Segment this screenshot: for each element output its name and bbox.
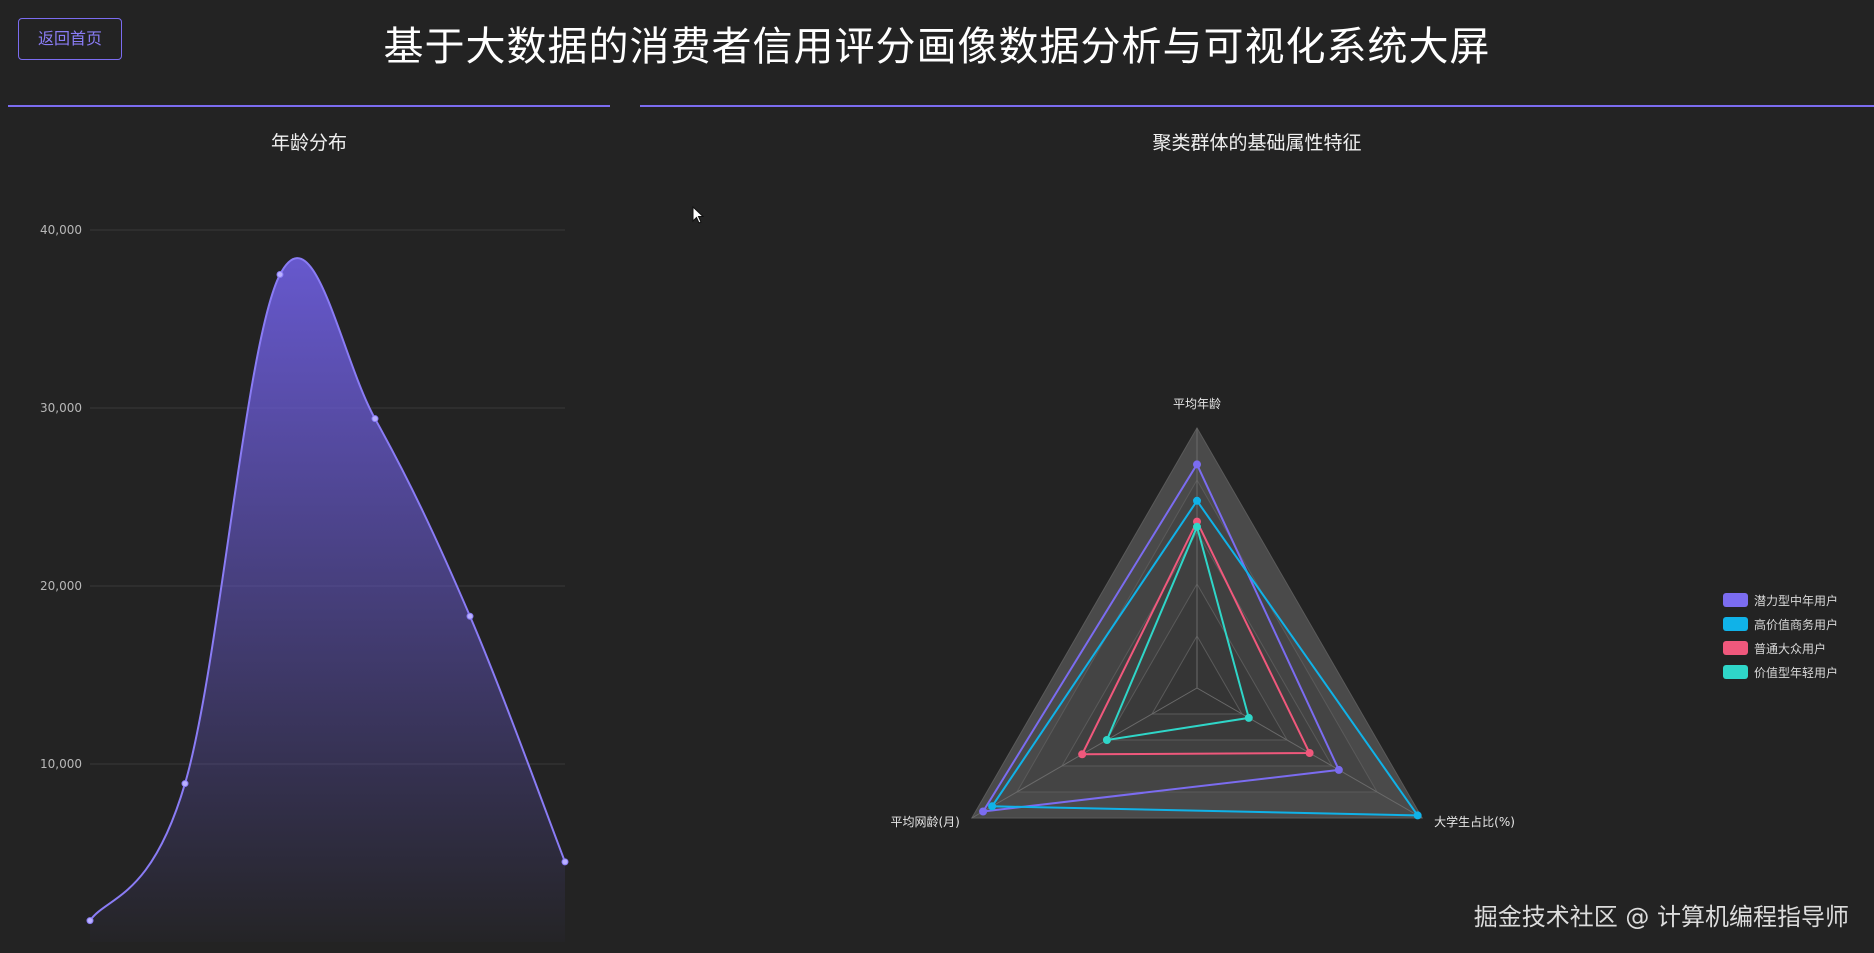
y-tick-label: 10,000 xyxy=(40,757,82,771)
cluster-radar-chart: 平均年龄大学生占比(%) 平均网龄(月) xyxy=(890,397,1515,829)
legend-label: 高价值商务用户 xyxy=(1754,617,1839,632)
age-distribution-chart: 10,000 20,000 30,000 40,000 xyxy=(40,223,569,942)
y-tick-label: 30,000 xyxy=(40,401,82,415)
radar-indicator-label: 平均年龄 xyxy=(1173,397,1221,411)
legend-swatch xyxy=(1723,617,1748,631)
radar-data-point[interactable] xyxy=(1193,460,1201,469)
radar-indicator-label: 平均网龄(月) xyxy=(890,815,959,829)
legend-swatch xyxy=(1723,665,1748,679)
legend-item[interactable]: 潜力型中年用户 xyxy=(1723,588,1838,612)
radar-data-point[interactable] xyxy=(1305,749,1314,757)
radar-data-point[interactable] xyxy=(1334,765,1343,774)
age-distribution-title: 年龄分布 xyxy=(270,132,347,154)
y-tick-label: 20,000 xyxy=(40,579,82,593)
legend-label: 潜力型中年用户 xyxy=(1754,593,1839,608)
cluster-radar-title: 聚类群体的基础属性特征 xyxy=(1152,132,1362,154)
legend-item[interactable]: 高价值商务用户 xyxy=(1723,612,1838,636)
age-data-point[interactable] xyxy=(561,858,569,866)
mouse-cursor-icon xyxy=(692,206,704,224)
radar-data-point[interactable] xyxy=(1413,811,1422,820)
watermark-text: 掘金技术社区 @ 计算机编程指导师 xyxy=(1473,903,1849,931)
radar-data-point[interactable] xyxy=(1193,496,1201,505)
radar-data-point[interactable] xyxy=(1102,736,1111,744)
legend-swatch xyxy=(1723,593,1748,607)
age-area-fill xyxy=(90,258,565,942)
age-data-point[interactable] xyxy=(181,780,189,788)
radar-legend: 潜力型中年用户 高价值商务用户 普通大众用户 价值型年轻用户 xyxy=(1723,588,1838,684)
age-data-point[interactable] xyxy=(276,271,284,278)
right-panel-divider xyxy=(640,105,1874,107)
age-data-point[interactable] xyxy=(466,612,474,620)
radar-data-point[interactable] xyxy=(1244,713,1253,722)
radar-data-point[interactable] xyxy=(1193,522,1201,531)
legend-swatch xyxy=(1723,641,1748,655)
legend-item[interactable]: 价值型年轻用户 xyxy=(1723,660,1838,684)
legend-label: 价值型年轻用户 xyxy=(1754,665,1839,680)
age-data-point[interactable] xyxy=(86,917,94,925)
page-title: 基于大数据的消费者信用评分画像数据分析与可视化系统大屏 xyxy=(383,24,1491,70)
dashboard-screen: 返回首页 基于大数据的消费者信用评分画像数据分析与可视化系统大屏 年龄分布 聚类… xyxy=(0,0,1874,953)
legend-label: 普通大众用户 xyxy=(1754,641,1827,656)
radar-data-point[interactable] xyxy=(988,802,997,811)
left-panel-divider xyxy=(8,105,610,107)
y-tick-label: 40,000 xyxy=(40,223,82,237)
age-data-point[interactable] xyxy=(371,415,379,423)
legend-item[interactable]: 普通大众用户 xyxy=(1723,636,1838,660)
radar-indicator-label: 大学生占比(%) xyxy=(1434,814,1515,829)
radar-data-point[interactable] xyxy=(979,807,988,816)
radar-data-point[interactable] xyxy=(1078,750,1087,759)
